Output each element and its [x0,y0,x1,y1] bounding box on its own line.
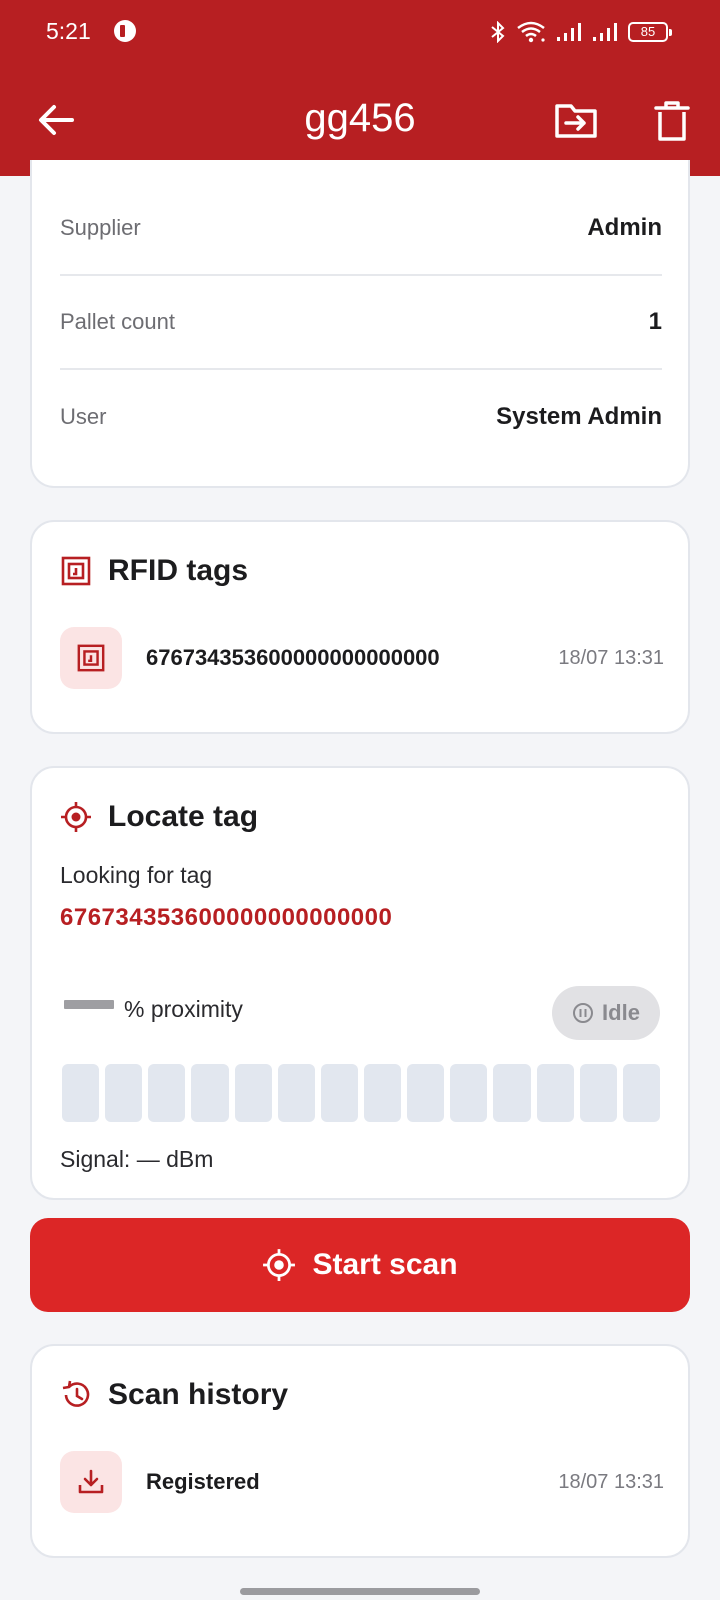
card-header: Scan history [60,1378,288,1412]
signal-label: Signal: — dBm [60,1146,214,1172]
meter-segment [450,1064,488,1122]
crosshair-icon [61,802,91,832]
card-header: RFID tags [60,554,248,588]
list-item[interactable]: Registered 18/07 13:31 [60,1450,664,1514]
crosshair-icon [263,1249,296,1281]
proximity-label: % proximity [124,996,243,1022]
locate-tag-card: Locate tag Looking for tag 6767343536000… [30,766,690,1200]
looking-tag-id: 676734353600000000000000 [60,904,393,931]
scan-history-card: Scan history Registered 18/07 13:31 [30,1344,690,1558]
status-badge: Idle [552,986,660,1040]
meter-segment [234,1064,272,1122]
card-title: Scan history [108,1378,289,1411]
page-title: gg456 [304,96,416,140]
tag-id: 676734353600000000000000 [146,645,440,670]
info-row-supplier: Supplier Admin [60,182,662,276]
status-bar: 5:21 85 [0,0,720,64]
meter-segment [622,1064,660,1122]
proximity-meter [62,1064,660,1122]
pause-circle-icon [573,1003,594,1023]
meter-segment [277,1064,315,1122]
tag-time: 18/07 13:31 [558,646,664,669]
meter-segment [320,1064,358,1122]
signal-icon-2 [593,23,617,41]
rfid-tags-card: RFID tags 676734353600000000000000 18/07… [30,520,690,734]
info-label: User [60,404,107,429]
meter-segment [105,1064,143,1122]
meter-segment [407,1064,445,1122]
signal-icon [557,23,581,41]
list-icon-box [60,1451,122,1513]
notification-app-icon [114,20,136,42]
list-item[interactable]: 676734353600000000000000 18/07 13:31 [60,626,664,690]
wifi-icon [517,21,545,43]
folder-move-icon[interactable] [554,100,598,140]
meter-segment [493,1064,531,1122]
info-label: Pallet count [60,309,175,334]
status-time: 5:21 [46,18,91,44]
battery-indicator: 85 [628,22,672,42]
download-icon [78,1469,104,1494]
info-value: System Admin [496,403,662,430]
rfid-chip-icon [77,644,105,672]
info-row-pallet-count: Pallet count 1 [60,276,662,370]
meter-segment [62,1064,100,1122]
home-indicator[interactable] [240,1588,480,1595]
list-icon-box [60,627,122,689]
pallet-info-card: Supplier Admin Pallet count 1 User Syste… [30,160,690,488]
history-event: Registered [146,1469,260,1494]
info-value: Admin [587,214,662,241]
start-scan-label: Start scan [312,1248,458,1281]
meter-segment [579,1064,617,1122]
looking-label: Looking for tag [60,862,213,888]
info-label: Supplier [60,215,141,240]
meter-segment [191,1064,229,1122]
card-header: Locate tag [60,800,258,834]
start-scan-button[interactable]: Start scan [30,1218,690,1312]
meter-segment [536,1064,574,1122]
status-icons: 85 [490,18,672,46]
proximity-value-placeholder [64,1000,114,1009]
status-text: Idle [602,1000,640,1025]
info-value: 1 [648,308,662,335]
rfid-chip-icon [61,556,91,586]
trash-icon[interactable] [652,100,692,142]
meter-segment [148,1064,186,1122]
history-time: 18/07 13:31 [558,1470,664,1493]
app-header: 5:21 85 gg456 [0,0,720,176]
card-title: Locate tag [108,800,259,833]
history-icon [62,1380,90,1407]
info-row-user: User System Admin [60,370,662,464]
bluetooth-icon [491,21,505,43]
card-title: RFID tags [108,554,249,587]
meter-segment [363,1064,402,1122]
